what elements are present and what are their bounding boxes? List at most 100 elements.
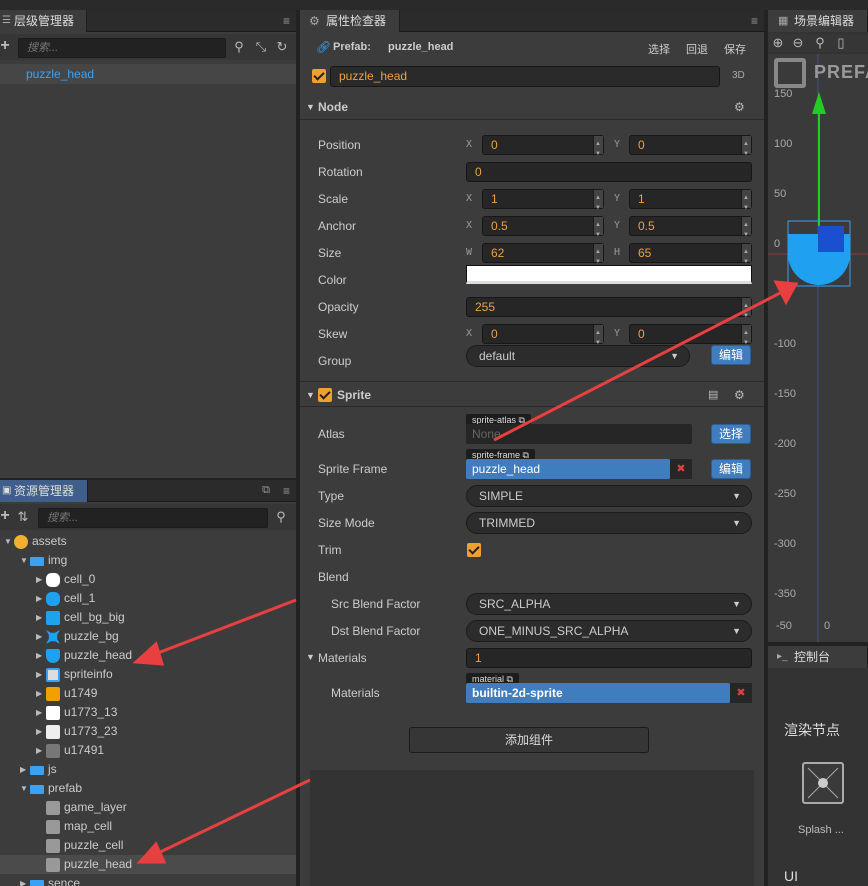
console-tab[interactable]: ▸_ 控制台	[768, 646, 868, 668]
stepper-icon[interactable]	[741, 135, 751, 163]
revert-button[interactable]: 回退	[686, 41, 708, 57]
layout-icon[interactable]: ▯	[834, 35, 848, 51]
materials-count-input[interactable]: 1	[466, 648, 752, 668]
tree-row[interactable]: ▶ u1773_23	[0, 722, 296, 741]
add-icon[interactable]: +	[0, 508, 10, 524]
node-active-checkbox[interactable]	[312, 69, 326, 83]
anchor-field-2[interactable]: 0.5	[629, 216, 752, 244]
stepper-icon[interactable]	[741, 243, 751, 271]
menu-icon[interactable]: ≡	[283, 14, 290, 28]
inspector-tab[interactable]: ⚙ 属性检查器	[300, 10, 400, 32]
tree-row[interactable]: ▶ puzzle_head	[0, 646, 296, 665]
search-icon[interactable]: ⚲	[274, 509, 288, 525]
stepper-icon[interactable]	[593, 243, 603, 271]
tree-row[interactable]: puzzle_head	[0, 855, 296, 874]
sprite-section-header[interactable]: ▼ Sprite ▤ ⚙	[300, 381, 764, 407]
chevron-down-icon[interactable]: ▼	[20, 551, 28, 570]
3d-toggle[interactable]: 3D	[732, 70, 745, 81]
size-field-1[interactable]: 62	[482, 243, 604, 271]
chevron-down-icon[interactable]: ▼	[4, 532, 12, 551]
size-mode-select[interactable]: TRIMMED ▼	[466, 512, 752, 534]
node-section-header[interactable]: ▼ Node ⚙	[300, 94, 764, 120]
search-icon[interactable]: ⚲	[232, 39, 246, 55]
select-button[interactable]: 选择	[648, 41, 670, 57]
add-icon[interactable]: +	[0, 38, 10, 54]
opacity-field[interactable]: 255	[466, 297, 752, 325]
chevron-right-icon[interactable]: ▶	[20, 874, 26, 886]
type-select[interactable]: SIMPLE ▼	[466, 485, 752, 507]
chevron-right-icon[interactable]: ▶	[36, 608, 42, 627]
tree-row[interactable]: ▶ u1773_13	[0, 703, 296, 722]
scale-field-1[interactable]: 1	[482, 189, 604, 217]
stepper-icon[interactable]	[741, 189, 751, 217]
gear-icon[interactable]: ⚙	[734, 94, 745, 120]
anchor-field-1[interactable]: 0.5	[482, 216, 604, 244]
tree-row[interactable]: puzzle_cell	[0, 836, 296, 855]
stepper-icon[interactable]	[741, 216, 751, 244]
node-name-input[interactable]: puzzle_head	[330, 66, 720, 87]
chevron-right-icon[interactable]: ▶	[36, 665, 42, 684]
hierarchy-tab[interactable]: ☰ 层级管理器	[0, 10, 87, 32]
src-blend-select[interactable]: SRC_ALPHA ▼	[466, 593, 752, 615]
sprite-frame-edit-button[interactable]: 编辑	[711, 459, 751, 479]
splash-node-icon[interactable]	[802, 762, 844, 804]
assets-search-input[interactable]: 搜索...	[38, 508, 268, 528]
clear-icon[interactable]: ✖	[670, 459, 692, 479]
dst-blend-select[interactable]: ONE_MINUS_SRC_ALPHA ▼	[466, 620, 752, 642]
assets-tab[interactable]: ▣ 资源管理器	[0, 480, 88, 502]
color-swatch[interactable]	[466, 265, 752, 284]
tree-row[interactable]: ▶ spriteinfo	[0, 665, 296, 684]
trim-checkbox[interactable]	[467, 543, 481, 557]
rotation-field[interactable]: 0	[466, 162, 752, 182]
clear-icon[interactable]: ✖	[730, 683, 752, 703]
stepper-icon[interactable]	[741, 324, 751, 352]
sort-icon[interactable]: ⇅	[16, 509, 30, 525]
group-select[interactable]: default ▼	[466, 345, 690, 367]
book-icon[interactable]: ▤	[708, 382, 718, 408]
menu-icon[interactable]: ≡	[283, 484, 290, 498]
chevron-down-icon[interactable]: ▼	[306, 652, 315, 662]
hierarchy-search-input[interactable]: 搜索...	[18, 38, 226, 58]
maximize-icon[interactable]: ⧉	[262, 484, 270, 497]
scale-field-2[interactable]: 1	[629, 189, 752, 217]
skew-field-1[interactable]: 0	[482, 324, 604, 352]
scene-tab[interactable]: ▦ 场景编辑器	[768, 10, 868, 32]
tree-row[interactable]: ▶ u17491	[0, 741, 296, 760]
add-component-button[interactable]: 添加组件	[409, 727, 649, 753]
zoom-out-icon[interactable]: ⊖	[791, 35, 805, 51]
tree-row[interactable]: ▼ assets	[0, 532, 296, 551]
material-field[interactable]: builtin-2d-sprite	[466, 683, 730, 703]
stepper-icon[interactable]	[593, 135, 603, 163]
stepper-icon[interactable]	[593, 324, 603, 352]
position-field-1[interactable]: 0	[482, 135, 604, 163]
stepper-icon[interactable]	[741, 297, 751, 325]
save-button[interactable]: 保存	[724, 41, 746, 57]
group-edit-button[interactable]: 编辑	[711, 345, 751, 365]
tree-row[interactable]: ▼ img	[0, 551, 296, 570]
refresh-icon[interactable]: ↻	[275, 39, 289, 55]
gear-icon[interactable]: ⚙	[734, 382, 745, 408]
tree-row[interactable]: ▶ sence	[0, 874, 296, 886]
skew-field-2[interactable]: 0	[629, 324, 752, 352]
tree-row[interactable]: ▼ prefab	[0, 779, 296, 798]
tree-row[interactable]: map_cell	[0, 817, 296, 836]
hierarchy-selected-row[interactable]: puzzle_head	[0, 64, 296, 84]
zoom-in-icon[interactable]: ⊕	[771, 35, 785, 51]
tree-row[interactable]: ▶ puzzle_bg	[0, 627, 296, 646]
chevron-right-icon[interactable]: ▶	[36, 703, 42, 722]
tree-row[interactable]: ▶ cell_0	[0, 570, 296, 589]
stepper-icon[interactable]	[593, 189, 603, 217]
chevron-down-icon[interactable]: ▼	[20, 779, 28, 798]
zoom-fit-icon[interactable]: ⚲	[813, 35, 827, 51]
tree-row[interactable]: ▶ js	[0, 760, 296, 779]
stepper-icon[interactable]	[593, 216, 603, 244]
chevron-right-icon[interactable]: ▶	[36, 589, 42, 608]
chevron-right-icon[interactable]: ▶	[36, 741, 42, 760]
tree-row[interactable]: ▶ u1749	[0, 684, 296, 703]
chevron-right-icon[interactable]: ▶	[36, 570, 42, 589]
sprite-enabled-checkbox[interactable]	[318, 388, 332, 402]
position-field-2[interactable]: 0	[629, 135, 752, 163]
sprite-frame-field[interactable]: puzzle_head	[466, 459, 670, 479]
chevron-right-icon[interactable]: ▶	[36, 684, 42, 703]
scene-viewport[interactable]: PREFAB 150 100 50 0 -100 -150 -200 -250 …	[768, 54, 868, 642]
